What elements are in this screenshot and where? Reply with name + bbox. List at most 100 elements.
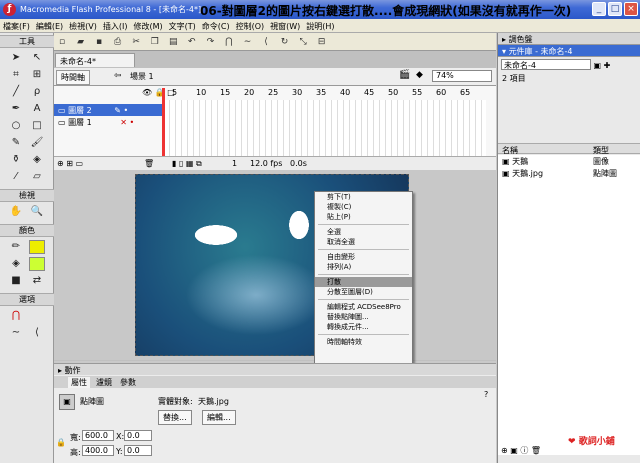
help-icon[interactable]: ?	[484, 390, 488, 399]
library-bottom-icons[interactable]: ⊕ ▣ ⓘ 🗑	[501, 445, 541, 456]
library-header[interactable]: ▾ 元件庫 - 未命名-4	[498, 45, 640, 57]
smooth-option-icon[interactable]: ∼	[8, 326, 24, 340]
context-menu-item[interactable]: 複製(C)	[315, 202, 412, 212]
document-tab[interactable]: 未命名-4*	[55, 53, 135, 67]
context-menu-item[interactable]: 全選	[315, 227, 412, 237]
swap-button[interactable]: 替換...	[158, 410, 192, 425]
layer-row[interactable]: ▭ 圖層 1 ✕ •	[54, 116, 162, 128]
default-colors-icon[interactable]: ■	[8, 274, 24, 288]
stroke-color-swatch[interactable]	[29, 240, 45, 254]
edit-scene-icon[interactable]: 🎬	[399, 70, 410, 80]
rect-tool-icon[interactable]: □	[29, 119, 45, 133]
context-menu-item[interactable]: 時間軸特效	[315, 337, 412, 347]
free-transform-icon[interactable]: ⌗	[8, 68, 24, 82]
cut-icon[interactable]: ✂	[130, 36, 142, 48]
context-menu-item[interactable]: 排列(A)	[315, 262, 412, 272]
swap-colors-icon[interactable]: ⇄	[29, 274, 45, 288]
context-menu-item[interactable]: 分散至圖層(D)	[315, 287, 412, 297]
lock-icon[interactable]: 🔒	[56, 438, 66, 447]
redo-icon[interactable]: ↷	[204, 36, 216, 48]
context-menu-item[interactable]: 打散	[315, 277, 412, 287]
menu-item[interactable]: 說明(H)	[303, 19, 337, 34]
smooth-icon[interactable]: ∼	[241, 36, 253, 48]
fill-color-swatch[interactable]	[29, 257, 45, 271]
scene-breadcrumb[interactable]: 場景 1	[130, 71, 154, 82]
frames-grid[interactable]	[164, 100, 486, 156]
undo-icon[interactable]: ↶	[186, 36, 198, 48]
menu-item[interactable]: 編輯(E)	[33, 19, 66, 34]
fill-transform-icon[interactable]: ⊞	[29, 68, 45, 82]
print-icon[interactable]: ⎙	[112, 36, 124, 48]
menu-item[interactable]: 視窗(W)	[267, 19, 303, 34]
paste-icon[interactable]: ▤	[167, 36, 179, 48]
eraser-tool-icon[interactable]: ▱	[29, 170, 45, 184]
straighten-option-icon[interactable]: ⟨	[29, 326, 45, 340]
layer-row[interactable]: ▭ 圖層 2 ✎ •	[54, 104, 162, 116]
rotate-icon[interactable]: ↻	[279, 36, 291, 48]
hand-tool-icon[interactable]: ✋	[8, 205, 24, 219]
zoom-tool-icon[interactable]: 🔍	[29, 205, 45, 219]
x-field[interactable]: 0.0	[124, 430, 152, 441]
text-tool-icon[interactable]: A	[29, 102, 45, 116]
context-menu-item[interactable]: 編輯程式 ACDSee8Pro	[315, 302, 412, 312]
new-file-icon[interactable]: ▫	[56, 36, 68, 48]
eyedropper-icon[interactable]: ⁄	[8, 170, 24, 184]
close-button[interactable]: ×	[624, 2, 638, 16]
flash-app-icon[interactable]: ƒ	[3, 3, 16, 16]
pen-tool-icon[interactable]: ✒	[8, 102, 24, 116]
delete-layer-icon[interactable]: 🗑	[144, 159, 154, 168]
color-panel-header[interactable]: ▸ 調色盤	[498, 33, 640, 45]
maximize-button[interactable]: □	[608, 2, 622, 16]
context-menu-item[interactable]: 貼上(P)	[315, 212, 412, 222]
save-icon[interactable]: ▪	[93, 36, 105, 48]
brush-tool-icon[interactable]: 🖌	[29, 136, 45, 150]
align-icon[interactable]: ⊟	[316, 36, 328, 48]
straighten-icon[interactable]: ⟨	[260, 36, 272, 48]
width-field[interactable]: 600.0	[82, 430, 114, 441]
menu-item[interactable]: 命令(C)	[199, 19, 233, 34]
actions-panel-header[interactable]: ▸ 動作	[54, 364, 496, 375]
open-folder-icon[interactable]: ▰	[75, 36, 87, 48]
context-menu-item[interactable]: 剪下(T)	[315, 192, 412, 202]
timeline-toggle-button[interactable]: 時間軸	[56, 70, 90, 85]
pencil-tool-icon[interactable]: ✎	[8, 136, 24, 150]
ink-bottle-icon[interactable]: ⚱	[8, 153, 24, 167]
minimize-button[interactable]: _	[592, 2, 606, 16]
pin-icon[interactable]: ▣ ✚	[594, 61, 611, 70]
paint-bucket-icon[interactable]: ◈	[29, 153, 45, 167]
scale-icon[interactable]: ⤡	[297, 36, 309, 48]
line-tool-icon[interactable]: ╱	[8, 85, 24, 99]
add-layer-icon[interactable]: ⊕ ⊞ ▭	[57, 159, 83, 168]
snap-magnet-icon[interactable]: ⋂	[223, 36, 235, 48]
back-arrow-icon[interactable]: ⇦	[114, 71, 122, 81]
y-field[interactable]: 0.0	[124, 445, 152, 456]
lasso-tool-icon[interactable]: ρ	[29, 85, 45, 99]
onion-skin-icon[interactable]: ▮ ▯ ▦ ⧉	[172, 159, 202, 169]
menu-item[interactable]: 插入(I)	[100, 19, 131, 34]
context-menu-item[interactable]: 替換點陣圖...	[315, 312, 412, 322]
copy-icon[interactable]: ❐	[149, 36, 161, 48]
edit-symbol-icon[interactable]: ◆	[416, 70, 423, 80]
height-field[interactable]: 400.0	[82, 445, 114, 456]
snap-magnet-option-icon[interactable]: ⋂	[8, 309, 24, 323]
subselect-tool-icon[interactable]: ↖	[29, 51, 45, 65]
playhead[interactable]	[162, 88, 165, 156]
tab-filters[interactable]: 濾鏡	[96, 377, 112, 388]
menu-item[interactable]: 文字(T)	[166, 19, 199, 34]
context-menu-item[interactable]: 取消全選	[315, 237, 412, 247]
menu-item[interactable]: 檔案(F)	[0, 19, 33, 34]
library-item[interactable]: ▣ 天鵝 圖像	[498, 155, 640, 167]
menu-item[interactable]: 控制(O)	[233, 19, 268, 34]
menu-item[interactable]: 修改(M)	[130, 19, 165, 34]
zoom-select[interactable]: 74%	[432, 70, 492, 82]
fill-color-icon[interactable]: ◈	[8, 257, 24, 271]
library-item[interactable]: ▣ 天鵝.jpg 點陣圖	[498, 167, 640, 179]
oval-tool-icon[interactable]: ○	[8, 119, 24, 133]
context-menu-item[interactable]: 自由變形	[315, 252, 412, 262]
menu-item[interactable]: 檢視(V)	[66, 19, 100, 34]
edit-button[interactable]: 編輯...	[202, 410, 236, 425]
tab-parameters[interactable]: 參數	[120, 377, 136, 388]
context-menu-item[interactable]: 轉換成元件...	[315, 322, 412, 332]
stroke-color-icon[interactable]: ✏	[8, 240, 24, 254]
library-doc-select[interactable]: 未命名-4	[501, 59, 591, 70]
